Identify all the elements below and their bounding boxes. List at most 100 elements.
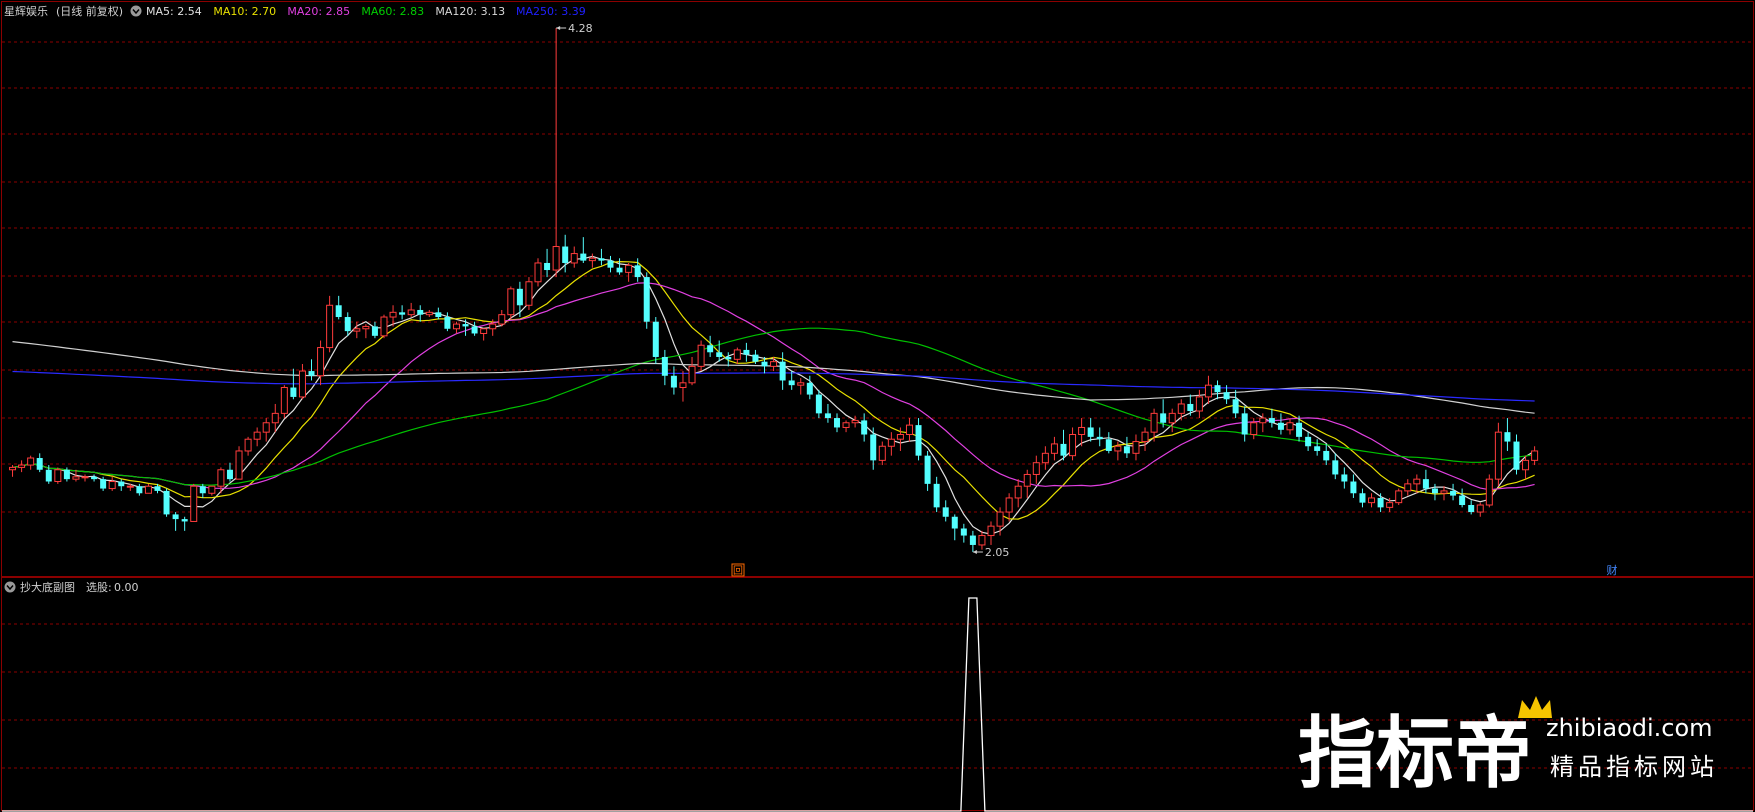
candle-body-down <box>870 434 877 461</box>
panel-menu-icon[interactable] <box>130 5 142 17</box>
candle-body-down <box>36 458 43 470</box>
candle-body-up <box>1078 426 1086 436</box>
candle <box>1377 493 1384 513</box>
candle <box>417 305 424 322</box>
sub-panel-menu-icon[interactable] <box>4 581 16 593</box>
candle <box>1277 413 1284 435</box>
candle-body-down <box>652 321 659 357</box>
candle <box>815 389 822 419</box>
candle-body-up <box>253 431 261 440</box>
candle <box>924 450 931 491</box>
candle <box>118 479 125 491</box>
high-marker-label: 4.28 <box>568 22 593 35</box>
candle <box>552 28 560 278</box>
candle-body-up <box>1150 412 1158 433</box>
candle-body-down <box>63 469 70 480</box>
candle <box>616 258 623 275</box>
candle <box>244 436 252 456</box>
candle <box>1286 418 1294 435</box>
candle <box>335 295 342 320</box>
candle-body-up <box>262 422 270 433</box>
candle-body-up <box>54 469 62 483</box>
candle <box>253 427 261 447</box>
candle-body-down <box>45 469 52 482</box>
event-marker-finance-label[interactable]: 财 <box>1607 563 1618 577</box>
candle <box>371 321 378 339</box>
candle-body-up <box>1005 497 1013 513</box>
candle-body-down <box>199 486 206 494</box>
candle <box>525 277 533 310</box>
candle-body-up <box>1069 434 1077 457</box>
candle <box>1513 434 1520 475</box>
sub-panel-title: 抄大底副图 <box>20 580 75 594</box>
candle-body-up <box>797 382 805 386</box>
candle <box>344 312 351 336</box>
candle <box>1368 493 1376 508</box>
candle <box>91 474 98 482</box>
candle <box>18 460 26 473</box>
arrow-left-icon <box>972 550 977 554</box>
arrow-left-icon <box>556 26 561 30</box>
candle <box>54 467 62 484</box>
candle-body-up <box>679 382 687 389</box>
candle-body-up <box>407 309 415 316</box>
candle-body-down <box>226 469 233 480</box>
candle-body-up <box>697 344 705 367</box>
candle-body-up <box>235 450 243 480</box>
candle <box>262 418 270 442</box>
candle-body-down <box>1160 413 1167 423</box>
candle <box>534 258 542 287</box>
candle-body-up <box>525 281 533 306</box>
candle-body-down <box>580 253 587 261</box>
candle <box>407 302 415 318</box>
watermark-slogan: 精品指标网站 <box>1550 753 1718 781</box>
candle-body-down <box>598 258 605 261</box>
candle-body-up <box>733 349 741 360</box>
candle <box>842 420 850 433</box>
candle-body-up <box>452 323 460 330</box>
ma-legend-item: MA250: 3.39 <box>516 5 586 18</box>
candle <box>435 307 442 320</box>
candle <box>1476 502 1484 517</box>
watermark-brand: 指标帝 <box>1298 709 1532 799</box>
candle-body-up <box>1204 384 1212 398</box>
watermark-domain: zhibiaodi.com <box>1546 714 1713 742</box>
candle <box>905 418 913 442</box>
candle-body-up <box>489 323 497 330</box>
low-marker-label: 2.05 <box>985 546 1010 559</box>
candle <box>172 512 179 531</box>
candle <box>444 312 451 332</box>
candle <box>688 356 696 386</box>
candle <box>425 309 433 318</box>
candle-body-up <box>190 485 198 522</box>
watermark: 指标帝 zhibiaodi.com 精品指标网站 <box>1298 696 1718 799</box>
candle-body-down <box>435 312 442 318</box>
candle-body-down <box>1350 481 1357 494</box>
candle-body-up <box>271 412 279 424</box>
candle <box>1440 486 1448 501</box>
candle <box>987 521 995 545</box>
candle-body-up <box>570 253 578 264</box>
grid-lines <box>2 41 1753 769</box>
candle-body-up <box>1494 431 1502 480</box>
candle-body-down <box>1332 460 1339 475</box>
candle <box>1332 453 1339 480</box>
candle <box>588 253 596 268</box>
ma-legend-item: MA5: 2.54 <box>146 5 202 18</box>
candle-body-up <box>1041 452 1049 464</box>
candle <box>643 272 650 329</box>
candle-body-down <box>1268 418 1275 423</box>
candle <box>108 476 116 491</box>
candle <box>951 514 958 541</box>
candle-body-down <box>1123 446 1130 454</box>
candle-body-up <box>588 257 596 262</box>
candle-body-up <box>1368 497 1376 504</box>
candle-body-up <box>996 511 1004 527</box>
candle-body-down <box>607 260 614 268</box>
candle-body-down <box>1314 446 1321 451</box>
candle-body-up <box>217 469 225 487</box>
candle-body-up <box>126 485 134 488</box>
candle <box>1485 474 1493 508</box>
candle-body-up <box>326 304 334 349</box>
candle-body-down <box>1296 422 1303 437</box>
